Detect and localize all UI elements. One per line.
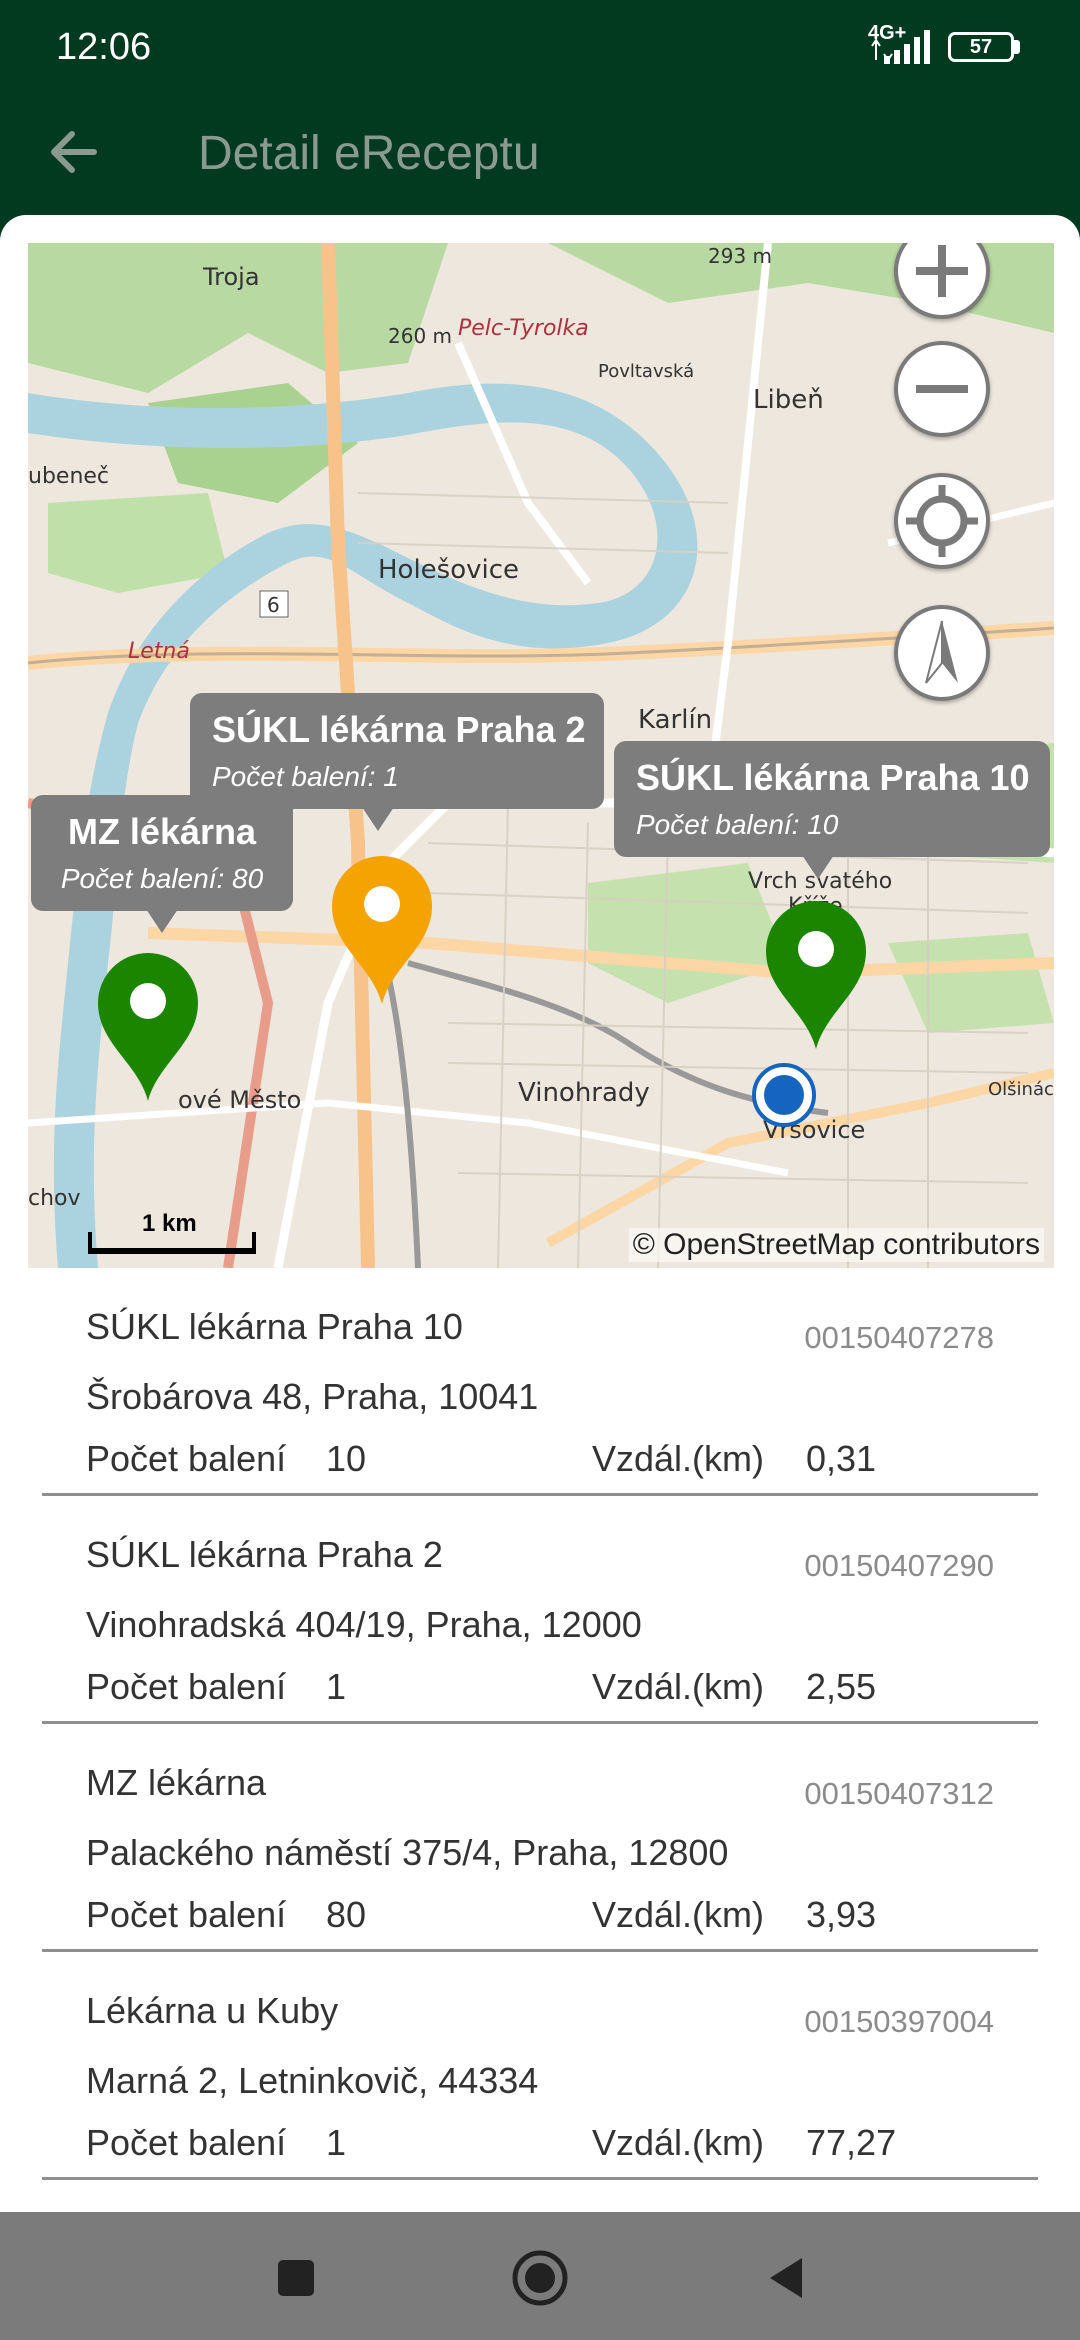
count-value: 1 [326, 2122, 347, 2163]
battery-tip [1014, 40, 1020, 54]
svg-text:chov: chov [28, 1186, 81, 1211]
callout-subtitle: Počet balení: 80 [60, 863, 264, 894]
svg-text:293 m: 293 m [708, 244, 772, 268]
map-view[interactable]: Troja Pelc-Tyrolka Libeň Holešovice Karl… [28, 243, 1054, 1268]
recents-square-icon[interactable] [266, 2248, 326, 2308]
list-item[interactable]: SÚKL lékárna Praha 2 00150407290 Vinohra… [42, 1496, 1038, 1724]
count-value: 1 [326, 1666, 347, 1707]
distance-label: Vzdál.(km) [592, 1438, 765, 1479]
list-item[interactable]: MZ lékárna 00150407312 Palackého náměstí… [42, 1724, 1038, 1952]
svg-text:Troja: Troja [202, 263, 260, 291]
svg-text:260 m: 260 m [388, 324, 452, 348]
map-callout[interactable]: MZ lékárna Počet balení: 80 [31, 795, 293, 933]
list-item[interactable]: Lékárna u Kuby 00150397004 Marná 2, Letn… [42, 1952, 1038, 2180]
scale-bar: 1 km [88, 1210, 256, 1254]
pharmacy-name: SÚKL lékárna Praha 10 [86, 1306, 463, 1347]
callout-subtitle: Počet balení: 10 [636, 809, 839, 840]
arrow-left-icon[interactable] [44, 122, 104, 182]
count-value: 10 [326, 1438, 367, 1479]
map-pin-icon[interactable] [332, 856, 432, 1006]
compass-button[interactable] [894, 605, 990, 701]
list-item[interactable]: SÚKL lékárna Praha 10 00150407278 Šrobár… [42, 1268, 1038, 1496]
pharmacy-name: Lékárna u Kuby [86, 1990, 339, 2031]
home-circle-icon[interactable] [510, 2248, 570, 2308]
svg-text:Povltavská: Povltavská [598, 361, 694, 382]
status-bar: 12:06 4G+ 57 [0, 0, 1080, 100]
system-nav-bar [0, 2212, 1080, 2340]
svg-text:Karlín: Karlín [638, 705, 712, 735]
scale-label: 1 km [142, 1210, 197, 1237]
zoom-in-button[interactable] [894, 243, 990, 319]
zoom-out-button[interactable] [894, 341, 990, 437]
distance-value: 3,93 [806, 1894, 877, 1935]
app-bar: Detail eReceptu [0, 100, 1080, 215]
count-value: 80 [326, 1894, 367, 1935]
callout-tail [802, 855, 834, 879]
pharmacy-list: SÚKL lékárna Praha 10 00150407278 Šrobár… [0, 1268, 1080, 2180]
callout-title: MZ lékárna [67, 811, 257, 852]
distance-value: 77,27 [806, 2122, 897, 2163]
pharmacy-address: Marná 2, Letninkovič, 44334 [86, 2060, 539, 2101]
compass-icon [925, 620, 958, 684]
callout-title: SÚKL lékárna Praha 2 [212, 709, 586, 750]
svg-text:Pelc-Tyrolka: Pelc-Tyrolka [458, 316, 589, 341]
distance-value: 0,31 [806, 1438, 877, 1479]
pharmacy-name: SÚKL lékárna Praha 2 [86, 1534, 443, 1575]
pharmacy-name: MZ lékárna [86, 1762, 267, 1803]
svg-text:Holešovice: Holešovice [378, 555, 519, 585]
callout-tail [146, 909, 178, 933]
pharmacy-code: 00150407312 [804, 1776, 994, 1811]
signal-icon [871, 30, 930, 64]
svg-text:6: 6 [267, 593, 280, 617]
callout-title: SÚKL lékárna Praha 10 [636, 757, 1030, 798]
pharmacy-code: 00150407290 [804, 1548, 994, 1583]
pharmacy-address: Palackého náměstí 375/4, Praha, 12800 [86, 1832, 729, 1873]
distance-label: Vzdál.(km) [592, 1666, 765, 1707]
callout-subtitle: Počet balení: 1 [212, 761, 399, 792]
back-triangle-icon[interactable] [756, 2248, 816, 2308]
distance-value: 2,55 [806, 1666, 877, 1707]
pharmacy-code: 00150407278 [804, 1320, 994, 1355]
map-pin-icon[interactable] [766, 901, 866, 1051]
map-callout[interactable]: SÚKL lékárna Praha 10 Počet balení: 10 [614, 741, 1050, 879]
count-label: Počet balení [86, 1666, 287, 1707]
svg-text:Olšinách: Olšinách [988, 1079, 1054, 1100]
count-label: Počet balení [86, 1894, 287, 1935]
count-label: Počet balení [86, 2122, 287, 2163]
callout-tail [362, 807, 394, 831]
plus-icon [916, 245, 968, 297]
pharmacy-address: Vinohradská 404/19, Praha, 12000 [86, 1604, 642, 1645]
pharmacy-address: Šrobárova 48, Praha, 10041 [86, 1376, 539, 1417]
count-label: Počet balení [86, 1438, 287, 1479]
user-location-icon [752, 1063, 816, 1127]
svg-text:Vinohrady: Vinohrady [518, 1078, 650, 1108]
my-location-button[interactable] [894, 473, 990, 569]
svg-text:Letná: Letná [128, 639, 190, 664]
distance-label: Vzdál.(km) [592, 2122, 765, 2163]
map-pin-icon[interactable] [98, 953, 198, 1103]
crosshair-icon [906, 485, 978, 557]
distance-label: Vzdál.(km) [592, 1894, 765, 1935]
page-title: Detail eReceptu [198, 127, 540, 180]
svg-text:Libeň: Libeň [753, 385, 824, 415]
battery-icon: 57 [948, 32, 1014, 62]
svg-text:ubeneč: ubeneč [28, 464, 109, 489]
pharmacy-code: 00150397004 [804, 2004, 994, 2039]
status-time: 12:06 [56, 26, 152, 68]
minus-icon [916, 385, 968, 393]
map-attribution[interactable]: © OpenStreetMap contributors [628, 1228, 1044, 1262]
map-callout[interactable]: SÚKL lékárna Praha 2 Počet balení: 1 [190, 693, 604, 831]
